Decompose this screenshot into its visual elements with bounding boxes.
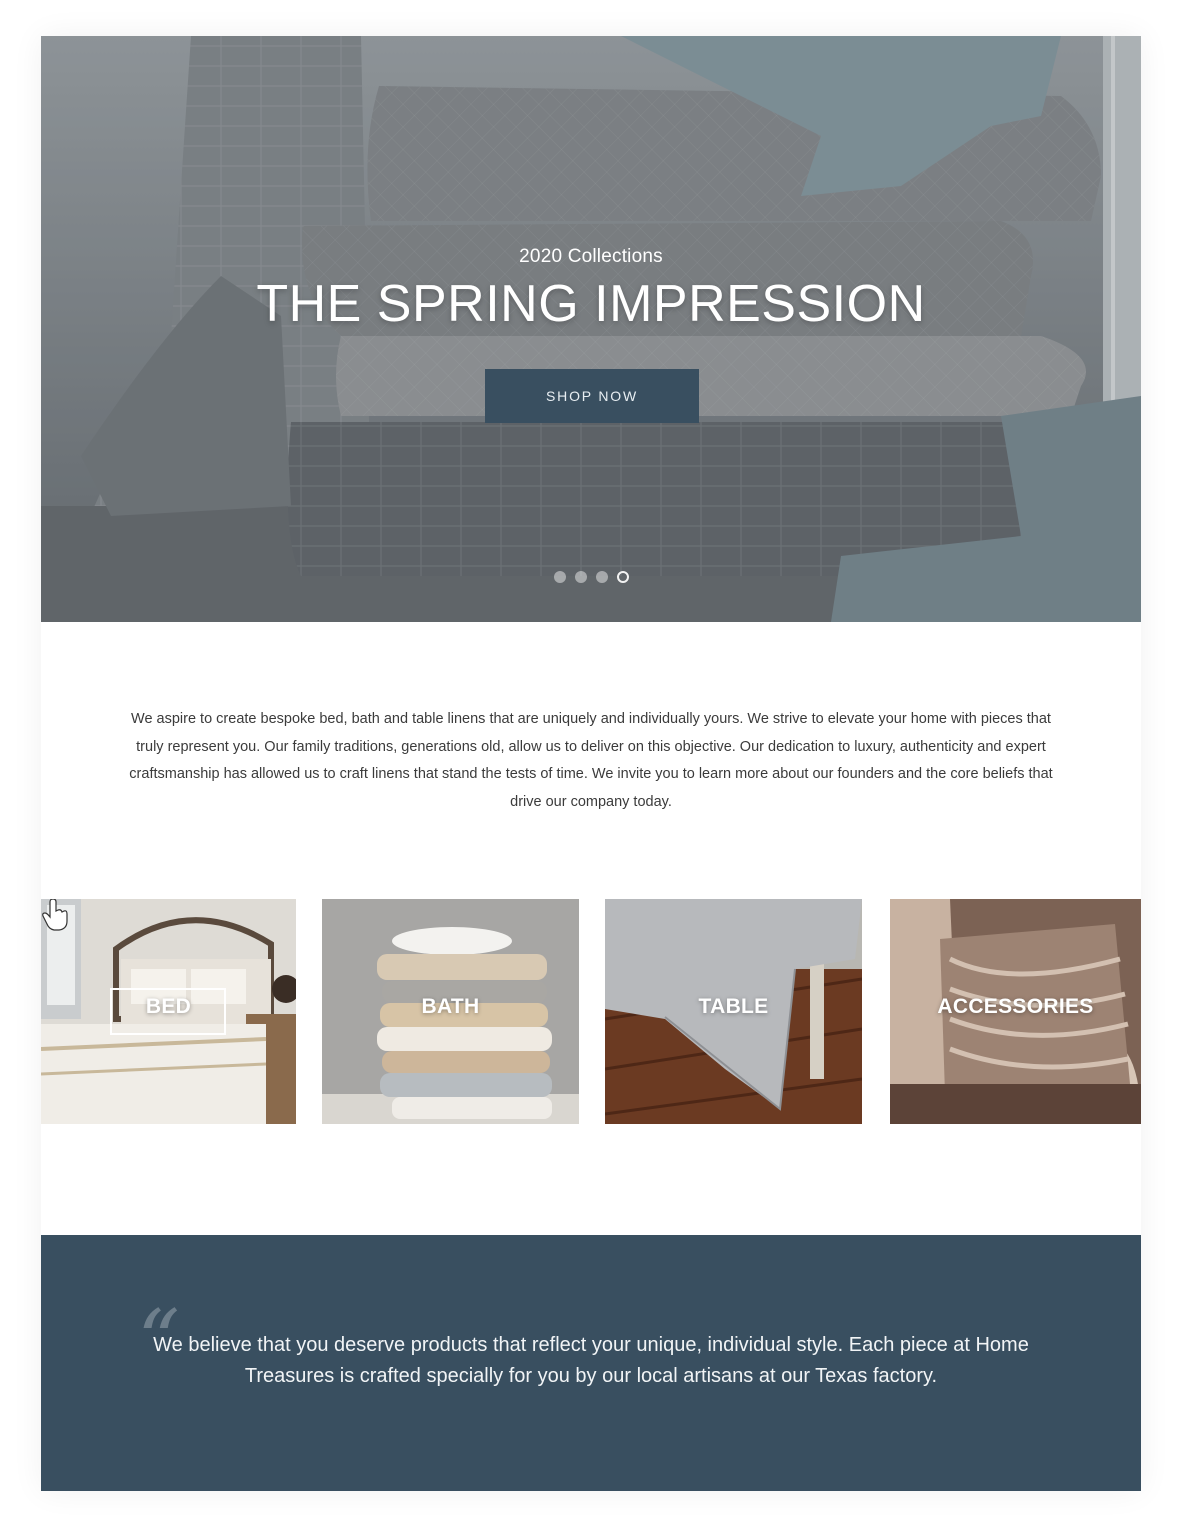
carousel-dot-3[interactable] xyxy=(595,571,608,583)
hero-title: THE SPRING IMPRESSION xyxy=(256,275,926,333)
category-label-table: TABLE xyxy=(698,995,769,1018)
shop-now-button[interactable]: SHOP NOW xyxy=(485,369,699,423)
category-label-bath: BATH xyxy=(421,995,480,1018)
page: 2020 Collections THE SPRING IMPRESSION S… xyxy=(41,36,1141,1491)
carousel-dot-4[interactable] xyxy=(616,571,629,583)
quote-text: We believe that you deserve products tha… xyxy=(153,1334,1029,1387)
hand-pointer-icon xyxy=(42,899,68,931)
category-tile-accessories[interactable]: ACCESSORIES xyxy=(890,899,1141,1124)
testimonial-band: “ We believe that you deserve products t… xyxy=(41,1235,1141,1491)
category-label-bed: BED xyxy=(145,995,192,1018)
hero-subtitle: 2020 Collections xyxy=(519,246,663,267)
category-tile-table[interactable]: TABLE xyxy=(605,899,862,1124)
carousel-dot-1[interactable] xyxy=(553,571,566,583)
carousel-dots xyxy=(41,571,1141,583)
hero-banner: 2020 Collections THE SPRING IMPRESSION S… xyxy=(41,36,1141,622)
intro-paragraph: We aspire to create bespoke bed, bath an… xyxy=(129,711,1053,810)
category-label-accessories: ACCESSORIES xyxy=(937,995,1094,1018)
carousel-dot-2[interactable] xyxy=(574,571,587,583)
category-tile-bath[interactable]: BATH xyxy=(322,899,579,1124)
category-tile-bed[interactable]: BED xyxy=(41,899,296,1124)
